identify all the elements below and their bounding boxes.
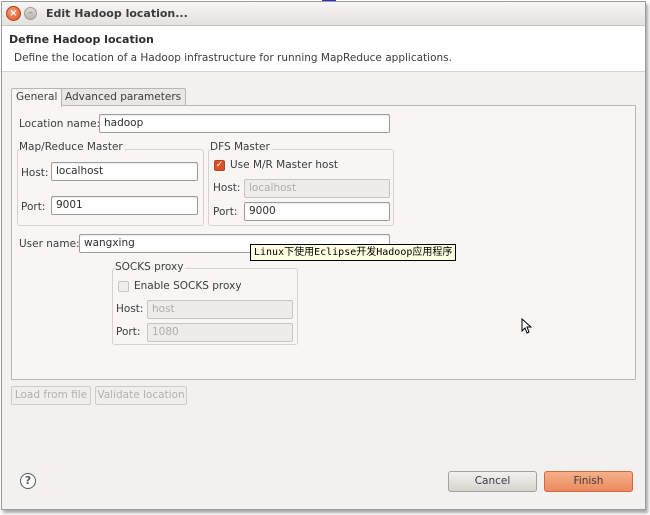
- location-name-input[interactable]: hadoop: [99, 114, 390, 133]
- load-from-file-button[interactable]: Load from file: [11, 386, 91, 405]
- page-description: Define the location of a Hadoop infrastr…: [14, 52, 452, 64]
- use-mr-host-label: Use M/R Master host: [230, 159, 339, 171]
- dialog-window: × – Edit Hadoop location... Define Hadoo…: [1, 1, 646, 510]
- mouse-cursor-icon: [521, 317, 533, 337]
- tooltip: Linux下使用Eclipse开发Hadoop应用程序: [250, 244, 457, 261]
- enable-socks-label: Enable SOCKS proxy: [134, 280, 242, 292]
- dfs-host-label: Host:: [213, 182, 241, 194]
- mapred-master-title: Map/Reduce Master: [19, 141, 125, 153]
- dfs-host-input[interactable]: localhost: [244, 179, 390, 198]
- socks-host-input[interactable]: host: [147, 300, 293, 319]
- mapred-host-label: Host:: [21, 167, 49, 179]
- window-title: Edit Hadoop location...: [46, 7, 188, 20]
- dfs-master-title: DFS Master: [210, 141, 272, 153]
- dfs-port-label: Port:: [213, 206, 238, 218]
- close-icon[interactable]: ×: [6, 6, 21, 21]
- location-name-label: Location name:: [19, 118, 101, 130]
- validate-location-button[interactable]: Validate location: [95, 386, 187, 405]
- tab-advanced-parameters[interactable]: Advanced parameters: [60, 88, 187, 106]
- checkmark-icon: ✓: [215, 160, 224, 170]
- mapred-port-input[interactable]: 9001: [51, 196, 198, 215]
- dfs-port-input[interactable]: 9000: [244, 202, 390, 221]
- use-mr-host-checkbox[interactable]: ✓: [214, 160, 225, 171]
- mapred-host-input[interactable]: localhost: [51, 162, 198, 181]
- tab-general[interactable]: General: [11, 88, 63, 107]
- finish-button[interactable]: Finish: [544, 471, 633, 492]
- socks-host-label: Host:: [116, 303, 144, 315]
- help-icon[interactable]: ?: [20, 473, 36, 489]
- user-name-label: User name:: [19, 238, 80, 250]
- minimize-icon[interactable]: –: [24, 7, 37, 20]
- enable-socks-checkbox[interactable]: [118, 281, 129, 292]
- page-title: Define Hadoop location: [9, 33, 154, 46]
- socks-port-label: Port:: [116, 326, 141, 338]
- socks-port-input[interactable]: 1080: [147, 323, 293, 342]
- cancel-button[interactable]: Cancel: [448, 471, 537, 492]
- mapred-port-label: Port:: [21, 201, 46, 213]
- socks-proxy-title: SOCKS proxy: [115, 261, 186, 273]
